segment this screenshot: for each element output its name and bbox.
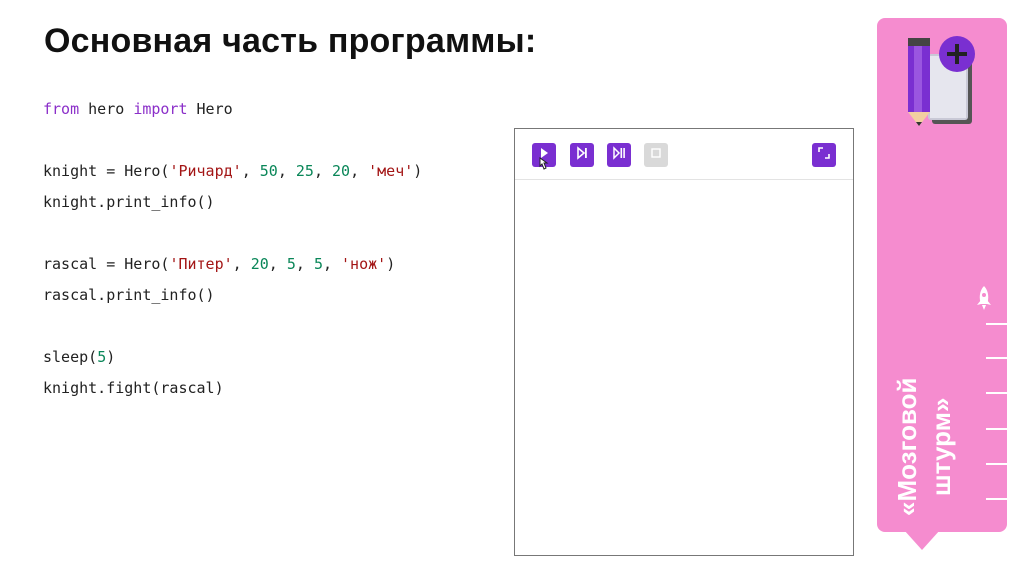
code-token: hero <box>79 100 134 118</box>
fullscreen-button[interactable] <box>812 143 836 167</box>
sidebar-caption: «Мозговой штурм» <box>880 346 960 526</box>
code-token: 5 <box>286 255 296 273</box>
ruler-tick <box>986 428 1007 430</box>
notebook-pencil-icon <box>902 34 982 135</box>
page-title: Основная часть программы: <box>44 22 537 60</box>
code-blank <box>43 314 422 345</box>
step-button[interactable] <box>570 143 594 167</box>
code-line-4: rascal = Hero('Питер', 20, 5, 5, 'нож') <box>43 252 422 283</box>
code-token: 5 <box>97 348 107 366</box>
code-token: , <box>268 255 287 273</box>
code-token: knight = Hero( <box>43 162 170 180</box>
code-token: 'Питер' <box>169 255 233 273</box>
code-line-3: knight.print_info() <box>43 193 215 211</box>
code-token: , <box>295 255 314 273</box>
code-token: ) <box>106 348 116 366</box>
code-token: , <box>322 255 342 273</box>
cursor-icon <box>537 157 549 176</box>
sidebar-tail <box>904 530 940 550</box>
code-token: , <box>241 162 260 180</box>
ruler-tick <box>986 323 1007 325</box>
code-token: 20 <box>250 255 269 273</box>
stop-icon <box>650 146 662 164</box>
sidebar-caption-line2: штурм» <box>926 397 956 496</box>
code-line-1: from hero import Hero <box>43 97 422 128</box>
code-line-6: sleep(5) <box>43 345 422 376</box>
code-token: from <box>43 100 80 118</box>
code-token: Hero <box>187 100 233 118</box>
code-token: import <box>133 100 188 118</box>
code-token: 'нож' <box>341 255 387 273</box>
code-token: , <box>350 162 369 180</box>
code-line-2: knight = Hero('Ричард', 50, 25, 20, 'меч… <box>43 159 422 190</box>
fullscreen-icon <box>817 146 831 165</box>
stop-button[interactable] <box>644 143 668 167</box>
code-token: ) <box>413 162 423 180</box>
ruler-tick <box>986 498 1007 500</box>
code-blank <box>43 221 422 252</box>
code-token: 'Ричард' <box>169 162 242 180</box>
code-token: 'меч' <box>368 162 414 180</box>
code-token: , <box>232 255 251 273</box>
code-token: , <box>313 162 332 180</box>
ruler-tick <box>986 357 1007 359</box>
code-token: ) <box>386 255 396 273</box>
code-blank <box>43 128 422 159</box>
sidebar-caption-line1: «Мозговой <box>892 377 922 516</box>
step-icon <box>575 145 589 165</box>
code-block: from hero import Hero knight = Hero('Рич… <box>43 97 422 407</box>
code-token: sleep( <box>43 348 98 366</box>
ruler-tick <box>986 392 1007 394</box>
code-token: 20 <box>332 162 351 180</box>
code-token: 5 <box>313 255 323 273</box>
run-panel <box>514 128 854 556</box>
code-line-7: knight.fight(rascal) <box>43 379 224 397</box>
skip-icon <box>612 145 626 165</box>
step-all-button[interactable] <box>607 143 631 167</box>
output-canvas <box>515 180 853 555</box>
code-line-5: rascal.print_info() <box>43 286 215 304</box>
code-token: 50 <box>259 162 278 180</box>
run-toolbar <box>515 129 853 180</box>
code-token: rascal = Hero( <box>43 255 170 273</box>
rocket-icon <box>974 285 994 316</box>
code-token: 25 <box>295 162 314 180</box>
code-token: , <box>277 162 296 180</box>
ruler-tick <box>986 463 1007 465</box>
